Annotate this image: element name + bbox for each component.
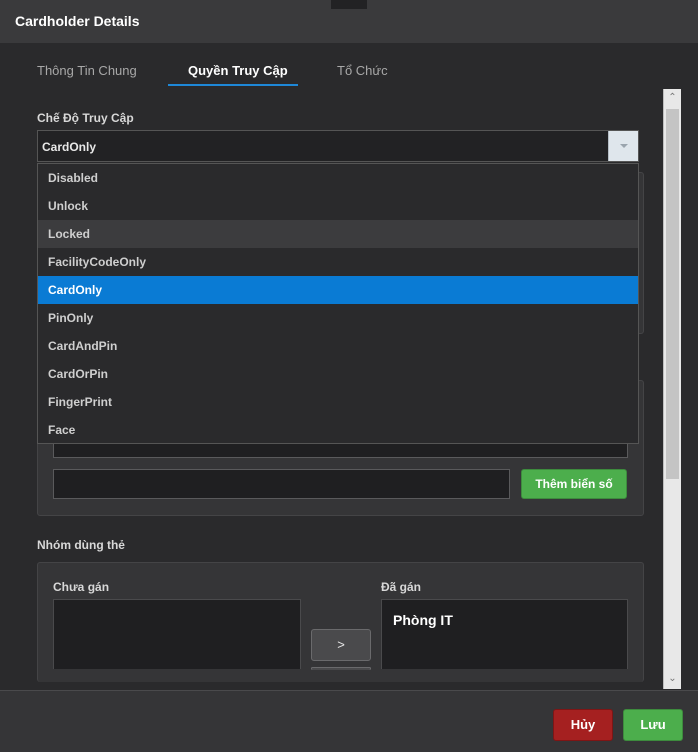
dropdown-option-cardorpin[interactable]: CardOrPin (38, 360, 638, 388)
chevron-up-icon[interactable]: ⌃ (664, 90, 681, 106)
card-group-label: Nhóm dùng thẻ (37, 538, 125, 552)
vertical-scrollbar[interactable]: ⌃ ⌄ (663, 89, 681, 689)
assigned-list[interactable] (381, 599, 628, 669)
dropdown-option-locked[interactable]: Locked (38, 220, 638, 248)
move-left-button[interactable] (311, 667, 371, 670)
unassigned-label: Chưa gán (53, 580, 110, 594)
dialog-footer: Hủy Lưu (0, 690, 698, 752)
unassigned-list[interactable] (53, 599, 301, 669)
tab-general-info[interactable]: Thông Tin Chung (37, 63, 137, 78)
add-plate-button[interactable]: Thêm biển số (521, 469, 627, 499)
tab-organization[interactable]: Tổ Chức (337, 63, 388, 78)
access-mode-label: Chế Độ Truy Cập (37, 111, 134, 125)
dropdown-option-facilitycodeonly[interactable]: FacilityCodeOnly (38, 248, 638, 276)
access-mode-dropdown: Disabled Unlock Locked FacilityCodeOnly … (37, 163, 639, 444)
dropdown-option-fingerprint[interactable]: FingerPrint (38, 388, 638, 416)
cancel-button[interactable]: Hủy (553, 709, 613, 741)
assigned-label: Đã gán (381, 580, 422, 594)
dropdown-option-disabled[interactable]: Disabled (38, 164, 638, 192)
dropdown-option-cardonly[interactable]: CardOnly (38, 276, 638, 304)
scrollbar-thumb[interactable] (666, 109, 679, 479)
access-mode-selected-value: CardOnly (42, 140, 97, 154)
dropdown-option-face[interactable]: Face (38, 416, 638, 444)
dropdown-option-pinonly[interactable]: PinOnly (38, 304, 638, 332)
plate-number-input[interactable] (53, 469, 510, 499)
dropdown-option-cardandpin[interactable]: CardAndPin (38, 332, 638, 360)
chevron-down-icon[interactable] (608, 131, 638, 161)
dialog-title: Cardholder Details (15, 13, 140, 29)
active-tab-indicator (168, 84, 298, 86)
tab-bar: Thông Tin Chung Quyền Truy Cập Tổ Chức (0, 43, 698, 88)
move-right-button[interactable]: > (311, 629, 371, 661)
tab-access-rights[interactable]: Quyền Truy Cập (188, 63, 288, 78)
dialog-titlebar: Cardholder Details (0, 0, 698, 43)
dropdown-option-unlock[interactable]: Unlock (38, 192, 638, 220)
chevron-down-icon[interactable]: ⌄ (664, 671, 681, 687)
list-item[interactable]: Phòng IT (393, 612, 453, 628)
access-mode-select[interactable]: CardOnly (37, 130, 639, 162)
titlebar-notch (331, 0, 367, 9)
save-button[interactable]: Lưu (623, 709, 683, 741)
